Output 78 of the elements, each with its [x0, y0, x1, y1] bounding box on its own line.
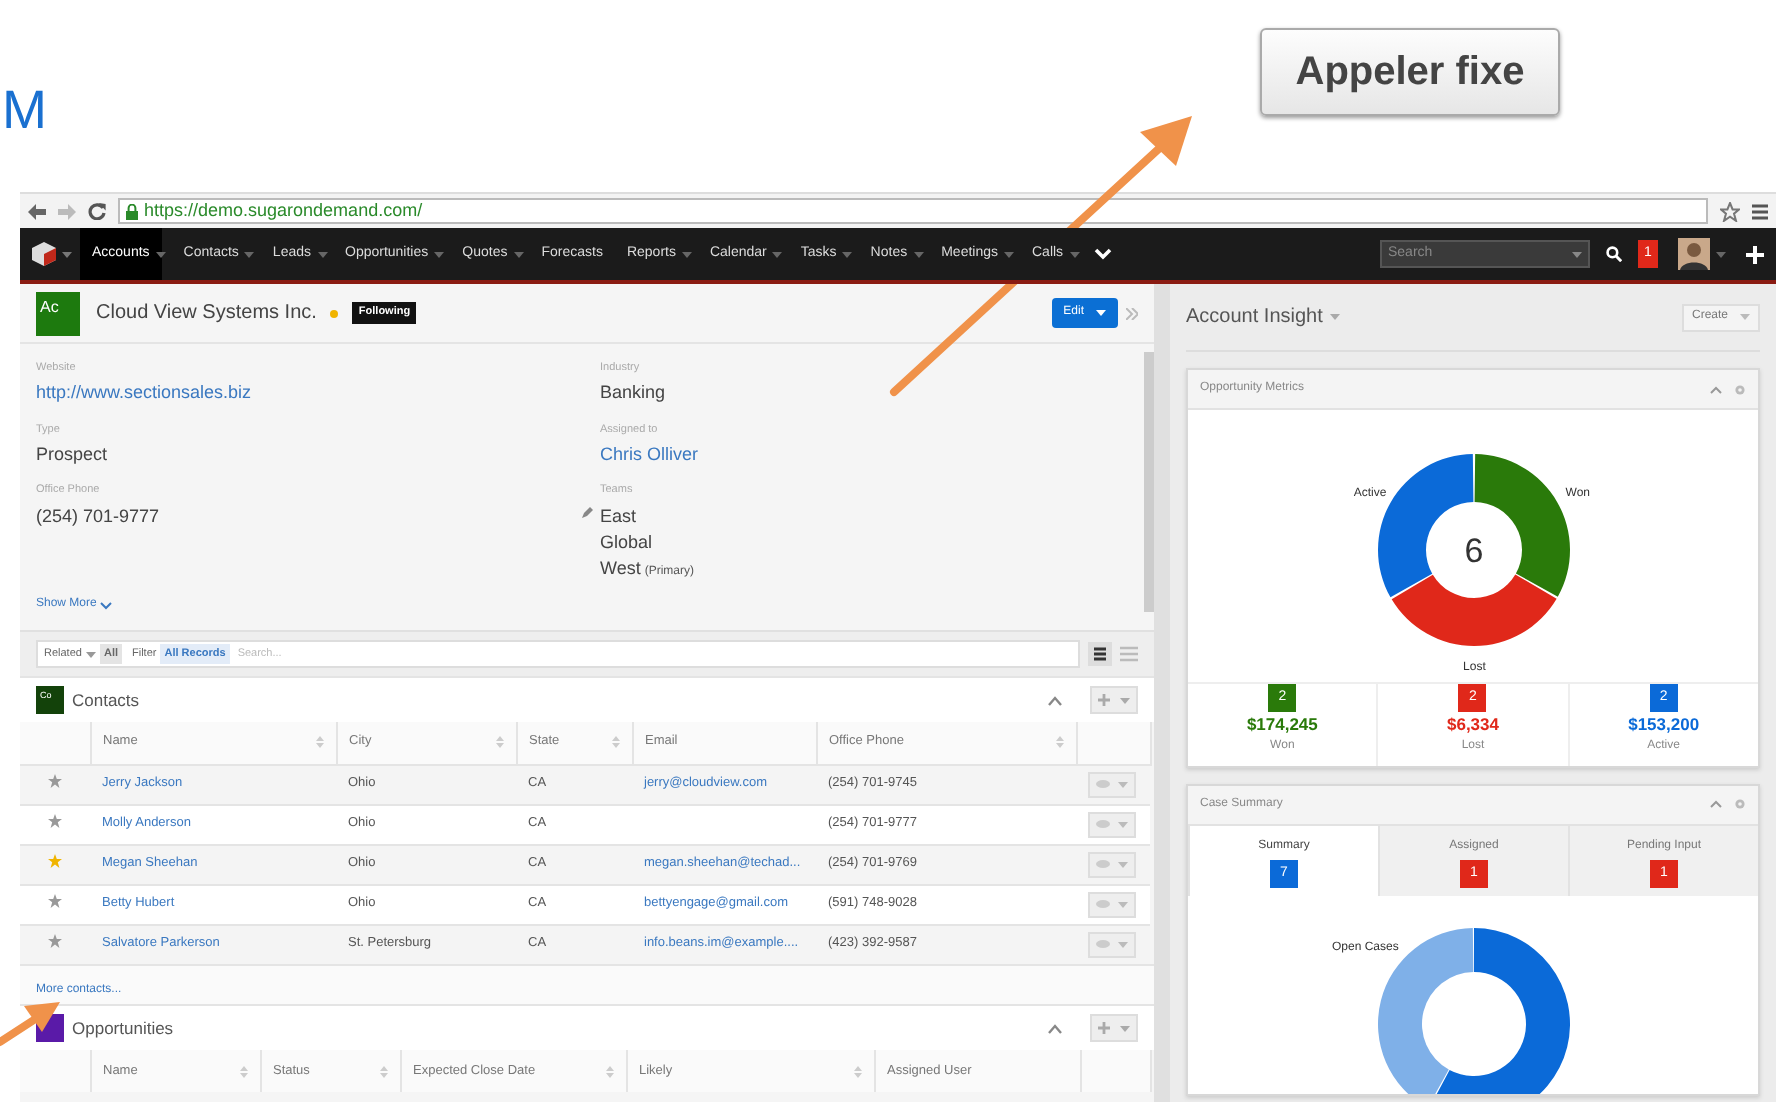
- row-actions-button[interactable]: [1088, 891, 1136, 917]
- caret-icon: [1118, 941, 1128, 948]
- eye-icon: [1096, 860, 1110, 868]
- amount-value: $153,200: [1626, 712, 1702, 738]
- caret-icon: [1740, 314, 1750, 320]
- panel-title[interactable]: Account Insight: [1186, 302, 1323, 332]
- eye-icon: [1096, 900, 1110, 908]
- field-value: Global: [600, 529, 653, 554]
- caret-icon: [1118, 861, 1128, 867]
- row-actions-button[interactable]: [1088, 811, 1136, 837]
- caret-icon: [62, 251, 72, 257]
- collapse-icon[interactable]: [1048, 1023, 1062, 1033]
- search-icon[interactable]: [1606, 246, 1622, 262]
- forward-icon[interactable]: [58, 203, 76, 219]
- amount-value: $174,245: [1244, 712, 1320, 738]
- star-icon[interactable]: [48, 853, 62, 868]
- caret-icon: [1120, 697, 1130, 703]
- address-field[interactable]: https://demo.sugarondemand.com/: [118, 198, 1708, 224]
- section-title: Opportunities: [72, 1015, 174, 1041]
- caret-icon: [1572, 251, 1582, 257]
- plus-icon: [1098, 694, 1110, 706]
- star-icon[interactable]: [48, 773, 62, 788]
- field-value[interactable]: http://www.sectionsales.biz: [36, 380, 252, 405]
- collapse-icon[interactable]: [1710, 385, 1722, 393]
- eye-icon: [1096, 820, 1110, 828]
- annotation-arrow: [0, 1002, 60, 1046]
- lock-icon: [126, 203, 138, 219]
- caret-icon: [1096, 310, 1106, 316]
- plus-icon: [1098, 1022, 1110, 1034]
- field-value: (254) 701-9777: [36, 503, 160, 528]
- gear-icon[interactable]: [1734, 798, 1746, 811]
- section-title: Contacts: [72, 687, 140, 713]
- menu-icon[interactable]: [1752, 203, 1768, 219]
- record-avatar: Ac: [36, 291, 80, 335]
- favorite-dot[interactable]: [330, 309, 339, 317]
- star-icon[interactable]: [48, 893, 62, 908]
- url-text: https://demo.sugarondemand.com/: [144, 197, 423, 224]
- plus-icon[interactable]: [1746, 245, 1764, 263]
- record-title: Cloud View Systems Inc.: [96, 300, 317, 328]
- chart-total: 6: [1463, 532, 1483, 570]
- user-avatar-icon[interactable]: [1678, 238, 1710, 270]
- add-button[interactable]: [1090, 686, 1138, 714]
- row-actions-button[interactable]: [1088, 771, 1136, 797]
- collapse-icon[interactable]: [1710, 800, 1722, 809]
- field-value: Banking: [600, 380, 666, 405]
- list-view-icon[interactable]: [1120, 646, 1138, 662]
- caret-icon: [1118, 781, 1128, 787]
- row-actions-button[interactable]: [1088, 851, 1136, 877]
- slide-title: M: [2, 84, 47, 138]
- caret-icon: [1118, 821, 1128, 827]
- field-value: West: [600, 555, 641, 580]
- reload-icon[interactable]: [88, 202, 106, 220]
- star-icon[interactable]: [48, 933, 62, 948]
- cube-logo-icon[interactable]: [32, 242, 56, 266]
- field-value: Prospect: [36, 441, 108, 466]
- double-chevron-icon[interactable]: [1126, 307, 1138, 319]
- star-icon[interactable]: [48, 813, 62, 828]
- row-actions-button[interactable]: [1088, 931, 1136, 958]
- gear-icon[interactable]: [1734, 383, 1746, 395]
- collapse-icon[interactable]: [1048, 695, 1062, 705]
- amount-value: $6,334: [1444, 712, 1501, 738]
- caret-icon: [85, 651, 96, 657]
- pencil-icon[interactable]: [582, 506, 594, 519]
- field-value: East: [600, 503, 637, 528]
- call-button[interactable]: Appeler fixe: [1260, 28, 1560, 116]
- add-button[interactable]: [1090, 1014, 1138, 1042]
- back-icon[interactable]: [28, 203, 46, 219]
- caret-icon: [1716, 251, 1726, 257]
- bookmark-star-icon[interactable]: [1720, 201, 1740, 221]
- caret-icon: [1330, 314, 1341, 320]
- chevron-down-icon: [100, 601, 113, 609]
- field-value[interactable]: Chris Olliver: [600, 441, 699, 466]
- chevron-down-icon[interactable]: [1093, 248, 1112, 260]
- grid-view-icon[interactable]: [1088, 642, 1112, 666]
- eye-icon: [1096, 780, 1110, 788]
- caret-icon: [1118, 901, 1128, 907]
- caret-icon: [1120, 1025, 1130, 1031]
- eye-icon: [1096, 940, 1110, 949]
